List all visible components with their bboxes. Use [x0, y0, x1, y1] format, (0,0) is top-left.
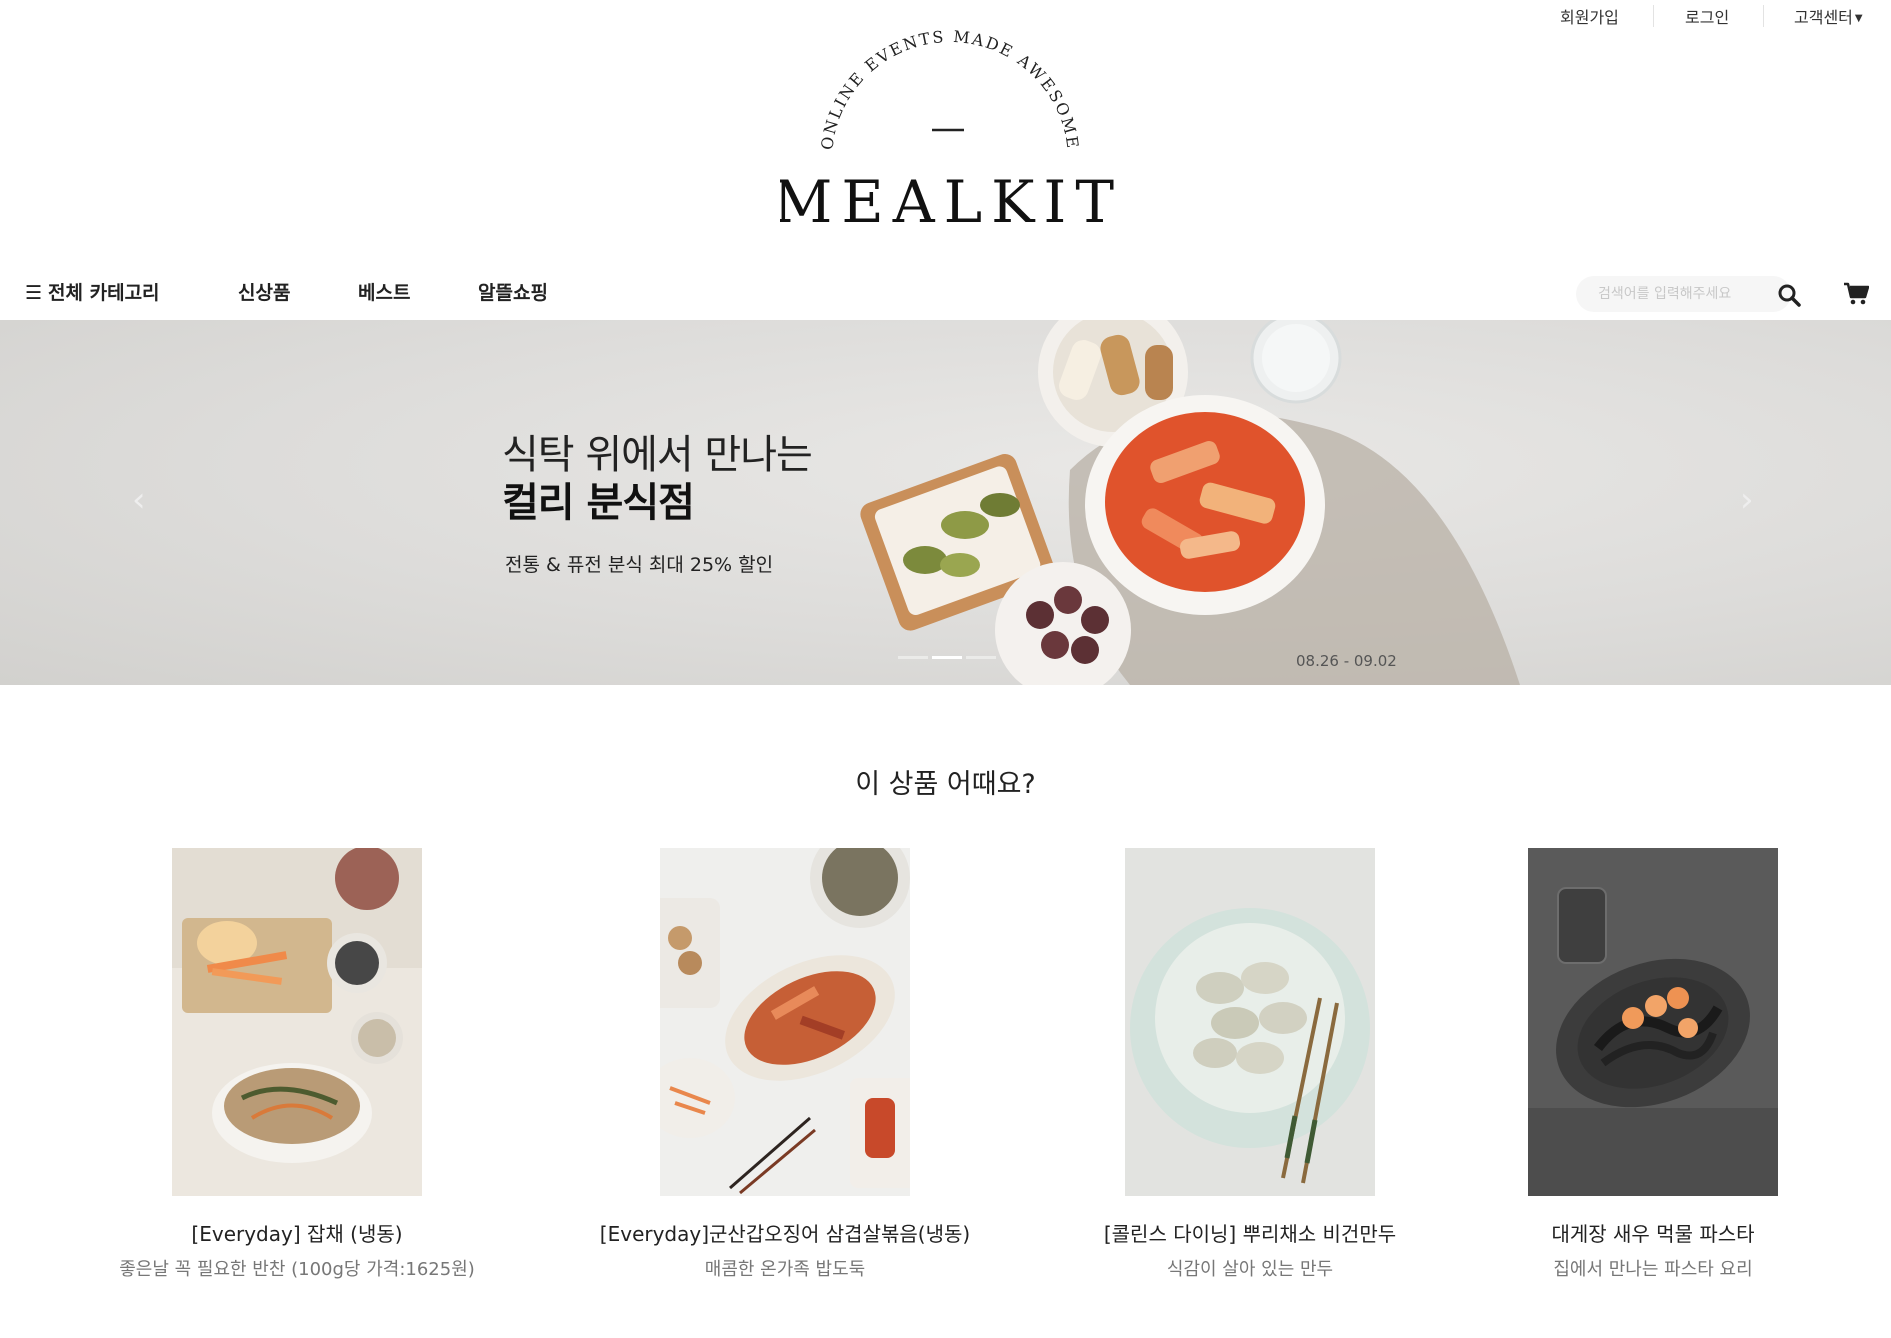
recommend-section-title: 이 상품 어때요? — [855, 769, 1036, 800]
caret-down-icon: ▼ — [1854, 13, 1863, 24]
nav-new[interactable]: 신상품 — [238, 278, 290, 305]
banner-prev-arrow[interactable]: ‹ — [132, 480, 146, 520]
site-logo[interactable]: ONLINE EVENTS MADE AWESOME MEALKIT — [773, 27, 1120, 240]
product-name[interactable]: [Everyday]군산갑오징어 삼겹살볶음(냉동) — [600, 1218, 970, 1247]
product-image[interactable] — [660, 848, 910, 1196]
main-nav: ☰ 전체 카테고리 신상품 베스트 알뜰쇼핑 — [0, 260, 1891, 320]
hamburger-icon: ☰ — [25, 282, 43, 304]
product-name[interactable]: [콜린스 다이닝] 뿌리채소 비건만두 — [1104, 1218, 1396, 1247]
product-name[interactable]: 대게장 새우 먹물 파스타 — [1551, 1218, 1754, 1247]
logo-graphic: ONLINE EVENTS MADE AWESOME MEALKIT — [773, 27, 1120, 236]
product-image[interactable] — [172, 848, 422, 1196]
logo-arc-text: ONLINE EVENTS MADE AWESOME — [817, 30, 1082, 151]
product-image[interactable] — [1125, 848, 1375, 1196]
search-icon[interactable] — [1777, 283, 1801, 307]
product-image[interactable] — [1528, 848, 1778, 1196]
banner-pagination-dot[interactable] — [898, 656, 928, 659]
logo-brand-text: MEALKIT — [780, 168, 1120, 236]
utility-bar: 회원가입 로그인 고객센터 ▼ — [0, 0, 1891, 30]
banner-pagination-dot[interactable] — [932, 656, 962, 659]
banner-next-arrow[interactable]: › — [1740, 480, 1754, 520]
banner-pagination-dot[interactable] — [966, 656, 996, 659]
banner-subtitle: 전통 & 퓨전 분식 최대 25% 할인 — [505, 554, 774, 576]
banner-food-illustration — [860, 320, 1520, 685]
nav-all-categories[interactable]: ☰ 전체 카테고리 — [25, 278, 160, 305]
product-name[interactable]: [Everyday] 잡채 (냉동) — [191, 1218, 402, 1247]
nav-all-categories-label: 전체 카테고리 — [48, 282, 160, 304]
nav-deals[interactable]: 알뜰쇼핑 — [478, 278, 548, 305]
utility-divider — [1653, 5, 1654, 27]
nav-best[interactable]: 베스트 — [358, 278, 410, 305]
search-box — [1576, 276, 1791, 312]
signup-link[interactable]: 회원가입 — [1560, 4, 1619, 28]
product-description: 집에서 만나는 파스타 요리 — [1553, 1259, 1753, 1280]
product-description: 식감이 살아 있는 만두 — [1166, 1259, 1334, 1280]
utility-divider — [1763, 5, 1764, 27]
support-menu[interactable]: 고객센터 ▼ — [1794, 4, 1863, 28]
product-description: 매콤한 온가족 밥도둑 — [704, 1259, 866, 1280]
product-description: 좋은날 꼭 필요한 반찬 (100g당 가격:1625원) — [119, 1259, 475, 1280]
hero-banner[interactable]: 식탁 위에서 만나는 컬리 분식점 전통 & 퓨전 분식 최대 25% 할인 0… — [0, 320, 1891, 685]
banner-date: 08.26 - 09.02 — [1296, 652, 1397, 670]
support-label: 고객센터 — [1794, 8, 1853, 27]
login-link[interactable]: 로그인 — [1685, 4, 1729, 28]
cart-icon[interactable] — [1843, 282, 1869, 306]
search-input[interactable] — [1598, 276, 1748, 312]
banner-headline-line2: 컬리 분식점 — [502, 480, 695, 526]
